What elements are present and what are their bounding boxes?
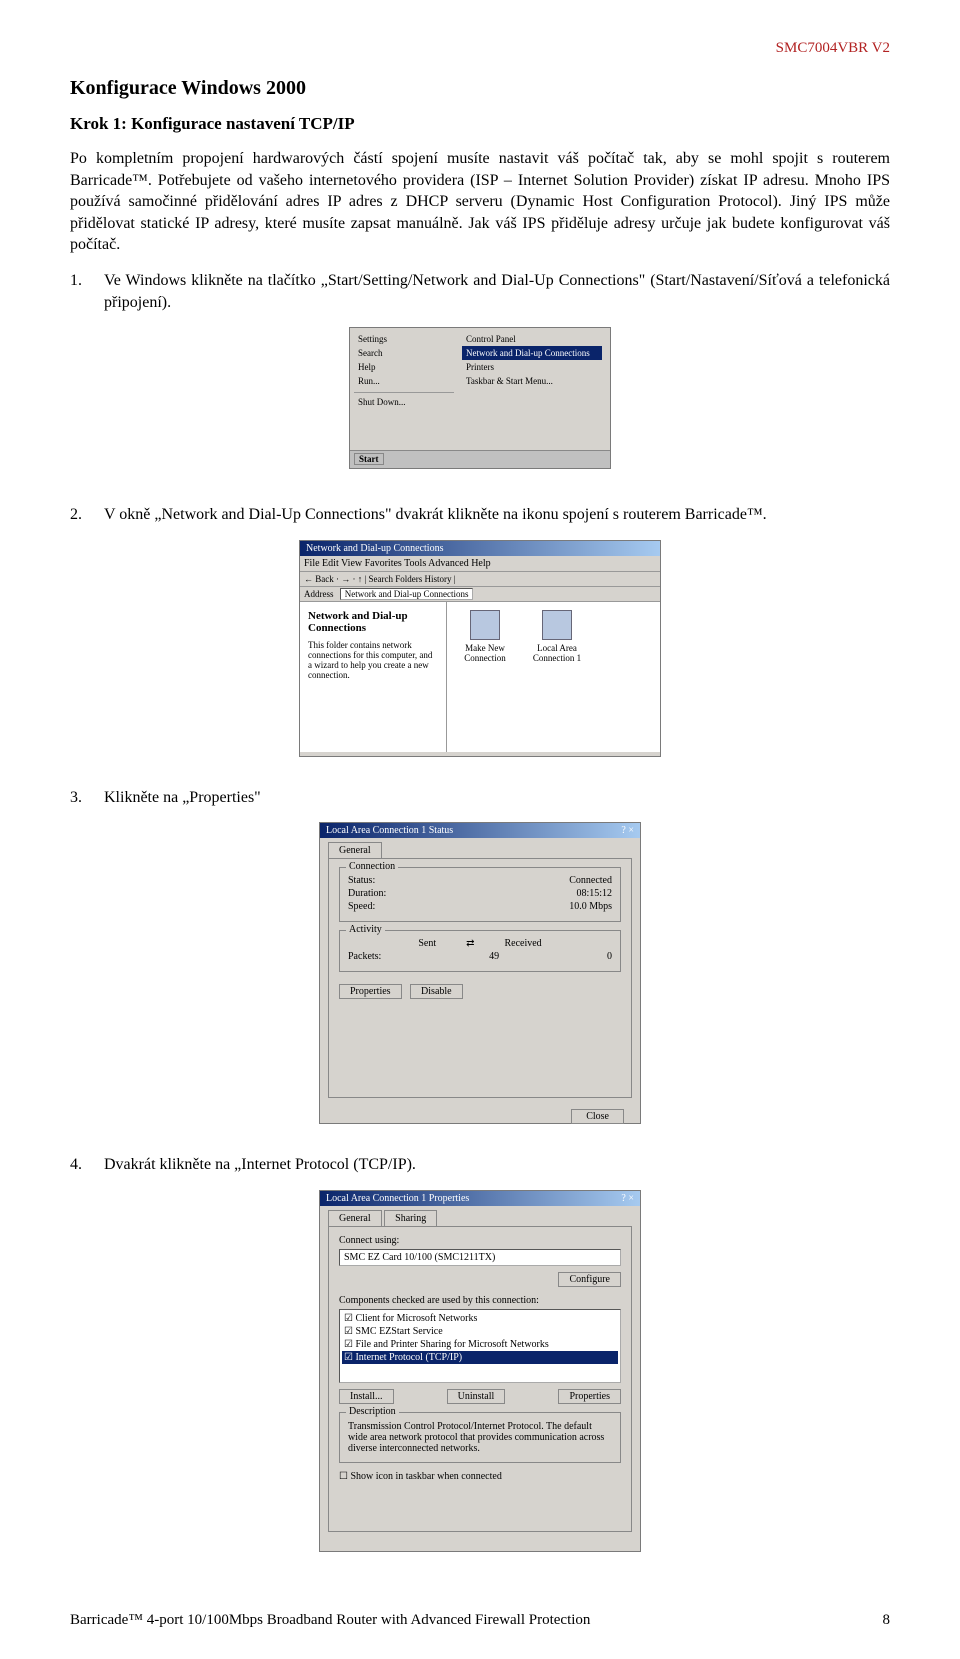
group-description: Description bbox=[346, 1406, 399, 1417]
sent-label: Sent bbox=[418, 938, 436, 949]
tab-general: General bbox=[328, 842, 382, 858]
startmenu-item: Settings bbox=[354, 332, 454, 346]
dialog-window-icons: ? × bbox=[621, 1193, 634, 1204]
window-titlebar: Network and Dial-up Connections bbox=[300, 541, 660, 556]
page-footer: Barricade™ 4-port 10/100Mbps Broadband R… bbox=[70, 1612, 890, 1629]
show-taskbar-checkbox: ☐ Show icon in taskbar when connected bbox=[339, 1471, 621, 1482]
description-text: Transmission Control Protocol/Internet P… bbox=[348, 1421, 612, 1454]
icon-local-area-connection: Local Area Connection 1 bbox=[527, 610, 587, 744]
group-activity: Activity bbox=[346, 924, 385, 935]
received-label: Received bbox=[504, 938, 541, 949]
step-4-num: 4. bbox=[70, 1154, 104, 1176]
uninstall-button: Uninstall bbox=[447, 1389, 506, 1404]
footer-page-number: 8 bbox=[883, 1612, 891, 1629]
start-button: Start bbox=[354, 453, 384, 465]
screenshot-lac-properties: Local Area Connection 1 Properties ? × G… bbox=[319, 1190, 641, 1552]
window-menubar: File Edit View Favorites Tools Advanced … bbox=[300, 556, 660, 572]
startmenu-subitem: Printers bbox=[462, 360, 602, 374]
properties-button: Properties bbox=[558, 1389, 621, 1404]
components-label: Components checked are used by this conn… bbox=[339, 1295, 621, 1306]
component-item: ☑ Client for Microsoft Networks bbox=[342, 1312, 618, 1325]
step-1-text: Ve Windows klikněte na tlačítko „Start/S… bbox=[104, 270, 890, 313]
step-4-text: Dvakrát klikněte na „Internet Protocol (… bbox=[104, 1154, 890, 1176]
disable-button: Disable bbox=[410, 984, 463, 999]
doc-header-model: SMC7004VBR V2 bbox=[70, 40, 890, 57]
step-2-num: 2. bbox=[70, 504, 104, 526]
dialog-title: Local Area Connection 1 Status bbox=[326, 825, 453, 836]
startmenu-subitem: Taskbar & Start Menu... bbox=[462, 374, 602, 388]
step-1-num: 1. bbox=[70, 270, 104, 313]
footer-text: Barricade™ 4-port 10/100Mbps Broadband R… bbox=[70, 1612, 590, 1629]
components-list: ☑ Client for Microsoft Networks ☑ SMC EZ… bbox=[339, 1309, 621, 1383]
speed-value: 10.0 Mbps bbox=[569, 901, 612, 912]
address-label: Address bbox=[304, 589, 334, 599]
window-toolbar: ← Back · → · ↑ | Search Folders History … bbox=[300, 572, 660, 587]
startmenu-item: Shut Down... bbox=[354, 392, 454, 409]
screenshot-lac-status: Local Area Connection 1 Status ? × Gener… bbox=[319, 822, 641, 1124]
pane-text: This folder contains network connections… bbox=[308, 640, 438, 680]
step-3-text: Klikněte na „Properties" bbox=[104, 787, 890, 809]
activity-icon: ⇄ bbox=[466, 938, 474, 949]
tab-sharing: Sharing bbox=[384, 1210, 437, 1226]
duration-value: 08:15:12 bbox=[576, 888, 612, 899]
startmenu-item: Run... bbox=[354, 374, 454, 388]
adapter-field: SMC EZ Card 10/100 (SMC1211TX) bbox=[339, 1249, 621, 1266]
connect-using-label: Connect using: bbox=[339, 1235, 621, 1246]
screenshot-network-connections: Network and Dial-up Connections File Edi… bbox=[299, 540, 661, 757]
step-1: 1. Ve Windows klikněte na tlačítko „Star… bbox=[70, 270, 890, 313]
screenshot-start-menu: Settings Search Help Run... Shut Down...… bbox=[349, 327, 611, 469]
startmenu-item: Search bbox=[354, 346, 454, 360]
address-value: Network and Dial-up Connections bbox=[340, 588, 474, 600]
step-3: 3. Klikněte na „Properties" bbox=[70, 787, 890, 809]
tab-general: General bbox=[328, 1210, 382, 1226]
packets-label: Packets: bbox=[348, 951, 381, 962]
pane-heading: Network and Dial-up Connections bbox=[308, 610, 438, 634]
install-button: Install... bbox=[339, 1389, 394, 1404]
speed-label: Speed: bbox=[348, 901, 375, 912]
intro-paragraph: Po kompletním propojení hardwarových čás… bbox=[70, 148, 890, 256]
component-item: ☑ SMC EZStart Service bbox=[342, 1325, 618, 1338]
properties-button: Properties bbox=[339, 984, 402, 999]
heading-step: Krok 1: Konfigurace nastavení TCP/IP bbox=[70, 114, 890, 134]
dialog-window-icons: ? × bbox=[621, 825, 634, 836]
duration-label: Duration: bbox=[348, 888, 386, 899]
step-4: 4. Dvakrát klikněte na „Internet Protoco… bbox=[70, 1154, 890, 1176]
status-value: Connected bbox=[569, 875, 612, 886]
dialog-title: Local Area Connection 1 Properties bbox=[326, 1193, 469, 1204]
startmenu-item: Help bbox=[354, 360, 454, 374]
close-button: Close bbox=[571, 1109, 624, 1124]
packets-sent: 49 bbox=[489, 951, 499, 962]
step-2: 2. V okně „Network and Dial-Up Connectio… bbox=[70, 504, 890, 526]
icon-make-new-connection: Make New Connection bbox=[455, 610, 515, 744]
component-item: ☑ File and Printer Sharing for Microsoft… bbox=[342, 1338, 618, 1351]
window-addressbar: Address Network and Dial-up Connections bbox=[300, 587, 660, 602]
startmenu-subitem: Control Panel bbox=[462, 332, 602, 346]
step-2-text: V okně „Network and Dial-Up Connections"… bbox=[104, 504, 890, 526]
component-item-selected: ☑ Internet Protocol (TCP/IP) bbox=[342, 1351, 618, 1364]
heading-main: Konfigurace Windows 2000 bbox=[70, 77, 890, 100]
group-connection: Connection bbox=[346, 861, 398, 872]
step-3-num: 3. bbox=[70, 787, 104, 809]
packets-received: 0 bbox=[607, 951, 612, 962]
status-label: Status: bbox=[348, 875, 375, 886]
startmenu-subitem-highlighted: Network and Dial-up Connections bbox=[462, 346, 602, 360]
configure-button: Configure bbox=[558, 1272, 621, 1287]
